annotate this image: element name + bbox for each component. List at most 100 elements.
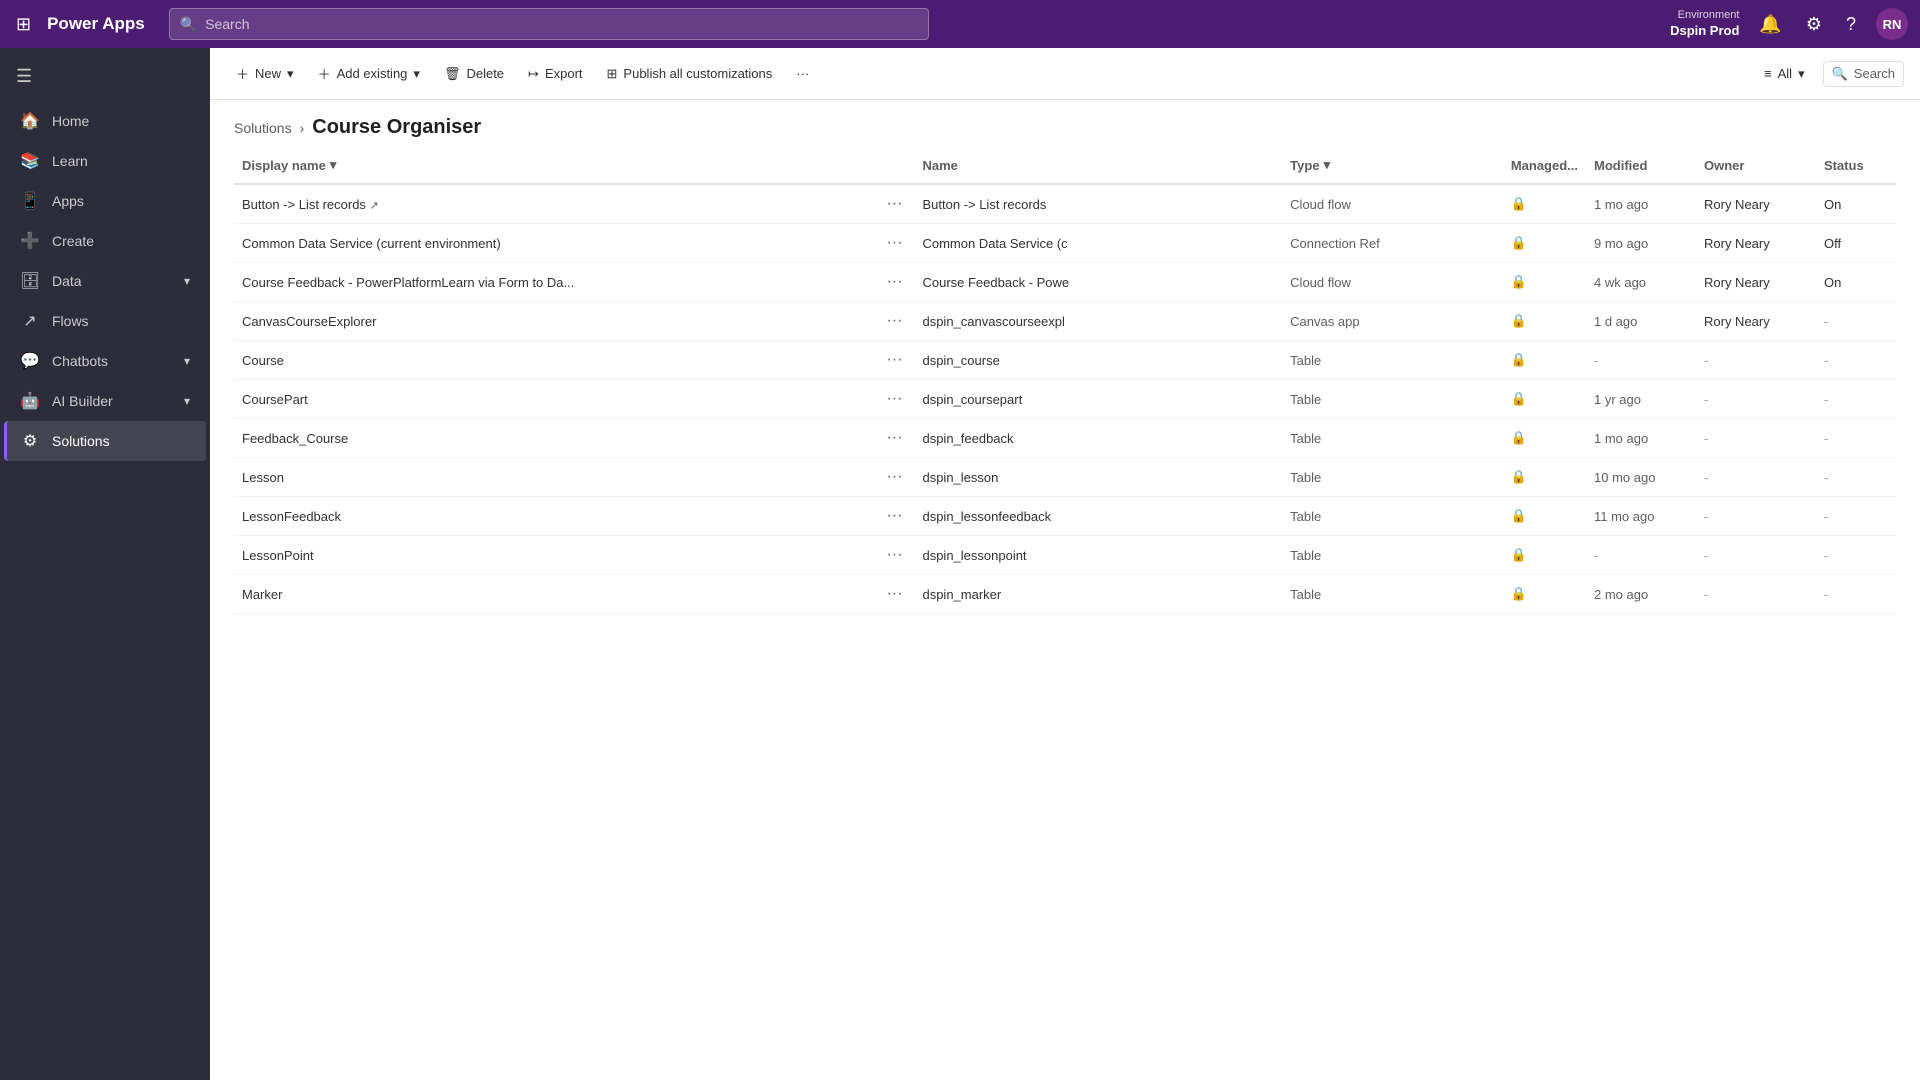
external-link-icon: ↗ (370, 200, 379, 212)
cell-options-8[interactable]: ··· (874, 497, 914, 536)
cell-modified-8: 11 mo ago (1586, 497, 1696, 536)
sidebar-item-learn[interactable]: 📚 Learn (4, 141, 206, 181)
sidebar-icon-learn: 📚 (20, 151, 40, 171)
notifications-icon[interactable]: 🔔 (1755, 10, 1785, 39)
cell-modified-0: 1 mo ago (1586, 184, 1696, 224)
cell-displayname-2: Course Feedback - PowerPlatformLearn via… (234, 263, 874, 302)
breadcrumb-solutions-link[interactable]: Solutions (234, 120, 292, 136)
sidebar-item-create[interactable]: ➕ Create (4, 221, 206, 261)
sidebar-icon-solutions: ⚙ (20, 431, 40, 451)
sidebar-icon-home: 🏠 (20, 111, 40, 131)
cell-owner-3: Rory Neary (1696, 302, 1816, 341)
table-row: Feedback_Course ···dspin_feedbackTable🔒1… (234, 419, 1896, 458)
col-header-type[interactable]: Type ▾ (1282, 147, 1503, 184)
settings-icon[interactable]: ⚙ (1802, 10, 1826, 39)
help-icon[interactable]: ? (1842, 10, 1860, 39)
toolbar-search[interactable]: 🔍 Search (1823, 61, 1904, 87)
delete-button[interactable]: 🗑 Delete (434, 60, 514, 88)
export-button[interactable]: ↦ Export (518, 60, 592, 88)
waffle-icon[interactable]: ⊞ (12, 10, 35, 39)
cell-managed-6: 🔒 (1503, 419, 1586, 458)
cell-status-2: On (1816, 263, 1896, 302)
col-header-status[interactable]: Status (1816, 147, 1896, 184)
cell-options-7[interactable]: ··· (874, 458, 914, 497)
cell-options-2[interactable]: ··· (874, 263, 914, 302)
cell-status-10: - (1816, 575, 1896, 614)
sidebar-item-home[interactable]: 🏠 Home (4, 101, 206, 141)
cell-displayname-5: CoursePart (234, 380, 874, 419)
cell-options-1[interactable]: ··· (874, 224, 914, 263)
cell-options-3[interactable]: ··· (874, 302, 914, 341)
add-existing-button[interactable]: ＋ Add existing ▾ (308, 58, 430, 89)
cell-options-6[interactable]: ··· (874, 419, 914, 458)
cell-managed-5: 🔒 (1503, 380, 1586, 419)
sidebar-icon-ai-builder: 🤖 (20, 391, 40, 411)
cell-status-5: - (1816, 380, 1896, 419)
toolbar-search-icon: 🔍 (1832, 66, 1848, 82)
search-icon: 🔍 (180, 16, 197, 33)
publish-button[interactable]: ⊞ Publish all customizations (597, 60, 783, 88)
cell-modified-7: 10 mo ago (1586, 458, 1696, 497)
col-header-options (874, 147, 914, 184)
sidebar-item-data[interactable]: 🗄 Data ▾ (4, 261, 206, 301)
breadcrumb: Solutions › Course Organiser (210, 100, 1920, 147)
table-container: Display name ▾ Name Type (210, 147, 1920, 1080)
more-button[interactable]: ··· (786, 60, 819, 87)
solutions-table: Display name ▾ Name Type (234, 147, 1896, 614)
cell-owner-8: - (1696, 497, 1816, 536)
toolbar-right: ≡ All ▾ 🔍 Search (1754, 60, 1904, 88)
sidebar-label-home: Home (52, 113, 89, 129)
col-header-owner[interactable]: Owner (1696, 147, 1816, 184)
cell-modified-9: - (1586, 536, 1696, 575)
sidebar-item-flows[interactable]: ↗ Flows (4, 301, 206, 341)
sidebar-toggle[interactable]: ☰ (0, 56, 210, 97)
cell-modified-3: 1 d ago (1586, 302, 1696, 341)
global-search-bar[interactable]: 🔍 (169, 8, 929, 40)
cell-type-5: Table (1282, 380, 1503, 419)
cell-status-8: - (1816, 497, 1896, 536)
cell-owner-5: - (1696, 380, 1816, 419)
sidebar-chevron-ai-builder: ▾ (184, 394, 190, 408)
new-button[interactable]: ＋ New ▾ (226, 58, 304, 89)
cell-managed-2: 🔒 (1503, 263, 1586, 302)
cell-owner-2: Rory Neary (1696, 263, 1816, 302)
col-header-displayname[interactable]: Display name ▾ (234, 147, 874, 184)
cell-name-3: dspin_canvascourseexpl (914, 302, 1282, 341)
cell-options-4[interactable]: ··· (874, 341, 914, 380)
col-header-managed[interactable]: Managed... (1503, 147, 1586, 184)
sidebar-icon-create: ➕ (20, 231, 40, 251)
cell-owner-7: - (1696, 458, 1816, 497)
cell-status-6: - (1816, 419, 1896, 458)
filter-button[interactable]: ≡ All ▾ (1754, 60, 1815, 88)
add-existing-chevron-icon: ▾ (413, 66, 420, 82)
cell-type-0: Cloud flow (1282, 184, 1503, 224)
cell-options-0[interactable]: ··· (874, 184, 914, 224)
cell-type-10: Table (1282, 575, 1503, 614)
add-existing-icon: ＋ (318, 64, 331, 83)
cell-options-5[interactable]: ··· (874, 380, 914, 419)
col-header-modified[interactable]: Modified (1586, 147, 1696, 184)
global-search-input[interactable] (205, 16, 918, 32)
sidebar-item-ai-builder[interactable]: 🤖 AI Builder ▾ (4, 381, 206, 421)
cell-modified-10: 2 mo ago (1586, 575, 1696, 614)
sidebar-item-solutions[interactable]: ⚙ Solutions (4, 421, 206, 461)
table-row: Button -> List records ↗ ···Button -> Li… (234, 184, 1896, 224)
table-row: Common Data Service (current environment… (234, 224, 1896, 263)
sidebar-label-solutions: Solutions (52, 433, 110, 449)
cell-displayname-1: Common Data Service (current environment… (234, 224, 874, 263)
cell-modified-6: 1 mo ago (1586, 419, 1696, 458)
cell-managed-1: 🔒 (1503, 224, 1586, 263)
cell-options-10[interactable]: ··· (874, 575, 914, 614)
sidebar-icon-apps: 📱 (20, 191, 40, 211)
sidebar-item-apps[interactable]: 📱 Apps (4, 181, 206, 221)
avatar[interactable]: RN (1876, 8, 1908, 40)
cell-status-0: On (1816, 184, 1896, 224)
main-layout: ☰ 🏠 Home 📚 Learn 📱 Apps ➕ Create 🗄 Data … (0, 48, 1920, 1080)
environment-name: Dspin Prod (1670, 23, 1739, 40)
cell-options-9[interactable]: ··· (874, 536, 914, 575)
new-icon: ＋ (236, 64, 249, 83)
col-header-name[interactable]: Name (914, 147, 1282, 184)
cell-displayname-9: LessonPoint (234, 536, 874, 575)
sidebar-item-chatbots[interactable]: 💬 Chatbots ▾ (4, 341, 206, 381)
cell-modified-2: 4 wk ago (1586, 263, 1696, 302)
